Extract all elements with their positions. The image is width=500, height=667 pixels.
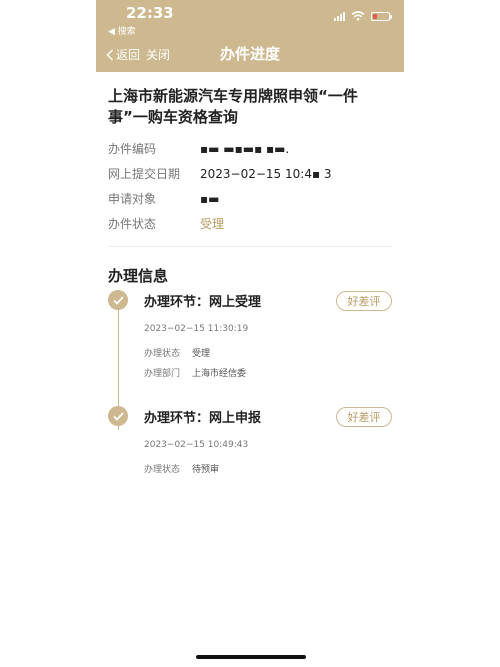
- rate-button[interactable]: 好差评: [336, 407, 392, 427]
- info-value: 2023−02−15 10:4▪ 3: [200, 166, 332, 181]
- meta-value: 受理: [192, 349, 211, 359]
- divider: [108, 246, 392, 247]
- meta-value: 上海市经信委: [192, 369, 247, 379]
- process-timeline: 办理环节：网上受理 好差评 2023−02−15 11:30:19 办理状态 受…: [108, 290, 392, 500]
- rate-button[interactable]: 好差评: [336, 291, 392, 311]
- item-details: 上海市新能源汽车专用牌照申领“一件事”一购车资格查询 办件编码 ▪▬ ▬▪▬▪ …: [108, 86, 392, 286]
- info-row-status: 办件状态 受理: [108, 211, 392, 236]
- signal-icon: [334, 11, 345, 21]
- status-time: 22:33: [126, 4, 174, 22]
- step-title: 办理环节：网上受理: [144, 295, 262, 310]
- wifi-icon: [351, 11, 365, 21]
- check-icon: [108, 406, 128, 426]
- meta-label: 办理状态: [144, 465, 181, 475]
- step-meta-row: 办理部门 上海市经信委: [144, 366, 246, 379]
- battery-icon: [371, 11, 392, 21]
- meta-label: 办理部门: [144, 369, 181, 379]
- home-indicator[interactable]: [196, 655, 306, 659]
- header-bar: 22:33 ◀ 搜索 返回 关闭 办件进度: [96, 0, 404, 72]
- step-time: 2023−02−15 10:49:43: [144, 440, 249, 450]
- meta-label: 办理状态: [144, 349, 181, 359]
- status-value: 受理: [200, 217, 225, 231]
- info-row-submit-date: 网上提交日期 2023−02−15 10:4▪ 3: [108, 161, 392, 186]
- status-icons: [334, 11, 392, 21]
- info-label: 网上提交日期: [108, 167, 181, 181]
- step-meta-row: 办理状态 待预审: [144, 462, 219, 475]
- info-label: 办件编码: [108, 142, 157, 156]
- phone-screen: 22:33 ◀ 搜索 返回 关闭 办件进度 上海市新能源汽车专用牌照申领“一件事…: [96, 0, 404, 667]
- info-label: 申请对象: [108, 192, 157, 206]
- info-label: 办件状态: [108, 217, 157, 231]
- navigation-bar: 返回 关闭 办件进度: [96, 40, 404, 68]
- info-row-code: 办件编码 ▪▬ ▬▪▬▪ ▪▬.: [108, 136, 392, 161]
- info-value: ▪▬ ▬▪▬▪ ▪▬.: [200, 141, 290, 156]
- info-value: ▪▬: [200, 191, 220, 206]
- check-icon: [108, 290, 128, 310]
- page-title: 办件进度: [219, 45, 280, 63]
- info-row-applicant: 申请对象 ▪▬: [108, 186, 392, 211]
- item-title: 上海市新能源汽车专用牌照申领“一件事”一购车资格查询: [108, 87, 358, 126]
- section-title: 办理信息: [108, 267, 169, 285]
- meta-value: 待预审: [192, 465, 220, 475]
- status-back-to-app[interactable]: ◀ 搜索: [108, 24, 136, 37]
- step-meta-row: 办理状态 受理: [144, 346, 210, 359]
- step-time: 2023−02−15 11:30:19: [144, 324, 249, 334]
- step-title: 办理环节：网上申报: [144, 411, 262, 426]
